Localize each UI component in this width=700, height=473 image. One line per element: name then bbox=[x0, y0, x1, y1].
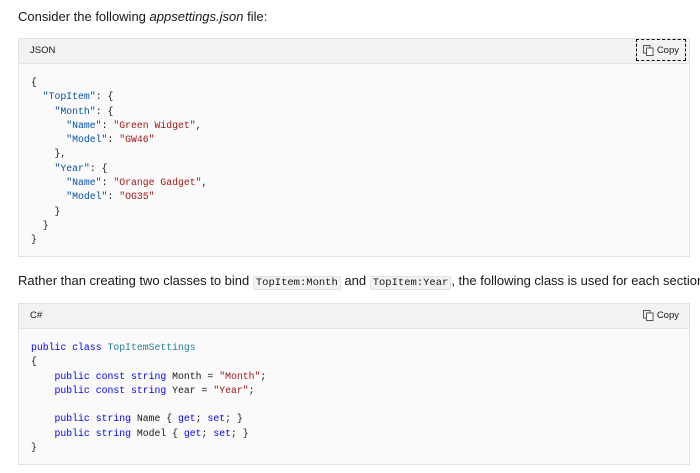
json-code-line: } bbox=[31, 234, 37, 246]
csharp-copy-button[interactable]: Copy bbox=[637, 306, 685, 325]
middle-text-suffix: , the following class is used for each s… bbox=[451, 273, 700, 288]
intro-filename: appsettings.json bbox=[149, 9, 244, 24]
middle-text-and: and bbox=[340, 273, 370, 288]
copy-icon bbox=[642, 44, 654, 56]
csharp-code-line: public const string Year = "Year"; bbox=[54, 384, 255, 396]
json-code-header: JSON Copy bbox=[19, 39, 689, 64]
intro-text-suffix: file: bbox=[243, 9, 268, 24]
csharp-code-line: public const string Month = "Month"; bbox=[54, 370, 267, 382]
inline-code-year: TopItem:Year bbox=[369, 276, 452, 290]
inline-code-month: TopItem:Month bbox=[252, 276, 341, 290]
json-code-line: }, bbox=[31, 148, 67, 160]
middle-text-prefix: Rather than creating two classes to bind bbox=[18, 273, 253, 288]
middle-paragraph: Rather than creating two classes to bind… bbox=[18, 272, 700, 292]
copy-icon bbox=[642, 310, 654, 321]
json-code-block: JSON Copy { "TopItem": { "Month": { "Nam… bbox=[18, 38, 690, 257]
json-code-content: { "TopItem": { "Month": { "Name": "Green… bbox=[19, 64, 689, 258]
json-code-line: "Model": "GW46" bbox=[66, 134, 155, 146]
csharp-code-content: public class TopItemSettings { public co… bbox=[19, 329, 689, 465]
json-copy-label: Copy bbox=[656, 44, 679, 56]
json-code-line: "TopItem": { bbox=[42, 91, 114, 103]
intro-text-prefix: Consider the following bbox=[18, 9, 150, 24]
intro-paragraph: Consider the following appsettings.json … bbox=[18, 8, 267, 26]
csharp-code-line: public string Name { get; set; } bbox=[54, 413, 243, 425]
json-code-line: "Year": { bbox=[54, 162, 108, 174]
docs-page: Consider the following appsettings.json … bbox=[0, 0, 700, 473]
json-code-line: "Month": { bbox=[54, 105, 114, 117]
json-code-line: "Name": "Orange Gadget", bbox=[66, 177, 208, 189]
csharp-code-line: } bbox=[31, 442, 37, 454]
json-code-line: "Model": "OG35" bbox=[66, 191, 155, 203]
csharp-code-line: public class TopItemSettings bbox=[31, 342, 196, 353]
csharp-copy-label: Copy bbox=[656, 310, 679, 321]
json-code-line: } bbox=[31, 205, 61, 217]
json-language-label: JSON bbox=[30, 45, 56, 56]
csharp-code-block: C# Copy public class TopItemSettings { p… bbox=[18, 303, 690, 465]
json-code-line: } bbox=[31, 219, 49, 231]
json-copy-button[interactable]: Copy bbox=[635, 39, 686, 61]
json-code-line: "Name": "Green Widget", bbox=[66, 119, 202, 131]
csharp-language-label: C# bbox=[30, 310, 43, 321]
csharp-code-line: { bbox=[31, 356, 37, 368]
csharp-code-line: public string Model { get; set; } bbox=[54, 427, 249, 439]
csharp-code-header: C# Copy bbox=[19, 304, 689, 329]
json-code-line: { bbox=[31, 77, 37, 88]
